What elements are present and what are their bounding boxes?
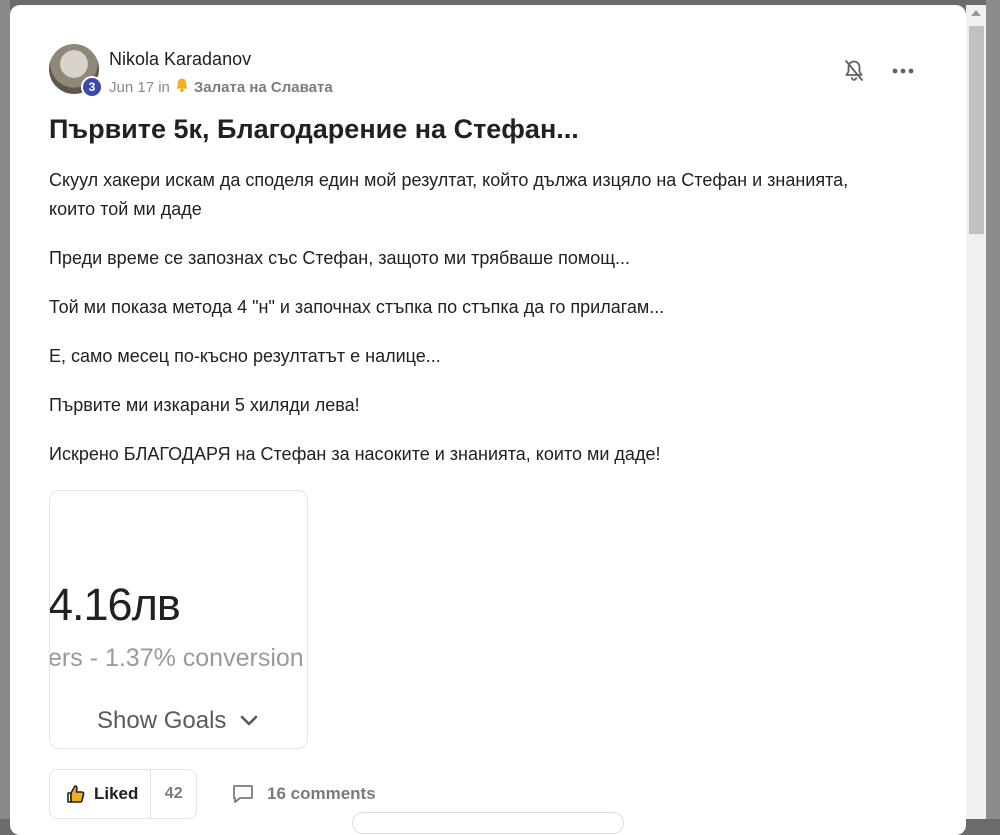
comments-count: 16 comments [267, 784, 376, 803]
attachment-show-goals: Show Goals [97, 707, 258, 735]
post-paragraph: Е, само месец по-късно резултатът е нали… [49, 346, 441, 366]
post-paragraph: Искрено БЛАГОДАРЯ на Стефан за насоките … [49, 444, 661, 464]
image-attachment[interactable]: 4.16лв ers - 1.37% conversion Show Goals [49, 490, 308, 749]
author-name[interactable]: Nikola Karadanov [109, 49, 251, 70]
notification-bell-off-button[interactable] [842, 58, 866, 84]
more-options-button[interactable] [890, 60, 916, 82]
chevron-down-icon [241, 715, 258, 726]
post-paragraph: Той ми показа метода 4 "н" и започнах ст… [49, 297, 665, 317]
comments-link[interactable]: 16 comments [231, 783, 376, 805]
like-button[interactable]: Liked [50, 770, 152, 818]
thumbs-up-icon [67, 785, 85, 803]
like-count[interactable]: 42 [151, 785, 196, 803]
background-page-right [986, 0, 1000, 819]
post-paragraph: Преди време се запознах със Стефан, защо… [49, 248, 631, 268]
scrollbar-thumb[interactable] [969, 26, 984, 234]
comment-icon [233, 785, 253, 803]
like-label: Liked [94, 784, 139, 803]
bottom-floating-bar[interactable] [352, 812, 624, 834]
post-category[interactable]: Залата на Славата [194, 79, 333, 96]
post-date: Jun 17 in [109, 78, 170, 96]
attachment-conversion: ers - 1.37% conversion [49, 644, 304, 672]
show-goals-label: Show Goals [97, 707, 227, 734]
bell-off-icon [845, 60, 863, 81]
like-control: Liked 42 [49, 769, 197, 819]
more-dots-icon [892, 68, 914, 74]
post-body: Скуул хакери искам да споделя един мой р… [49, 166, 869, 489]
post-paragraph: Скуул хакери искам да споделя един мой р… [49, 170, 849, 219]
post-title: Първите 5к, Благодарение на Стефан... [49, 114, 579, 144]
level-badge: 3 [81, 76, 103, 98]
post-meta: Jun 17 in Залата на Славата [109, 77, 333, 97]
attachment-amount: 4.16лв [49, 579, 181, 630]
bell-emoji-icon [174, 77, 190, 97]
post-paragraph: Първите ми изкарани 5 хиляди лева! [49, 395, 360, 415]
scroll-up-arrow[interactable] [971, 10, 981, 16]
background-page-left [0, 0, 10, 819]
